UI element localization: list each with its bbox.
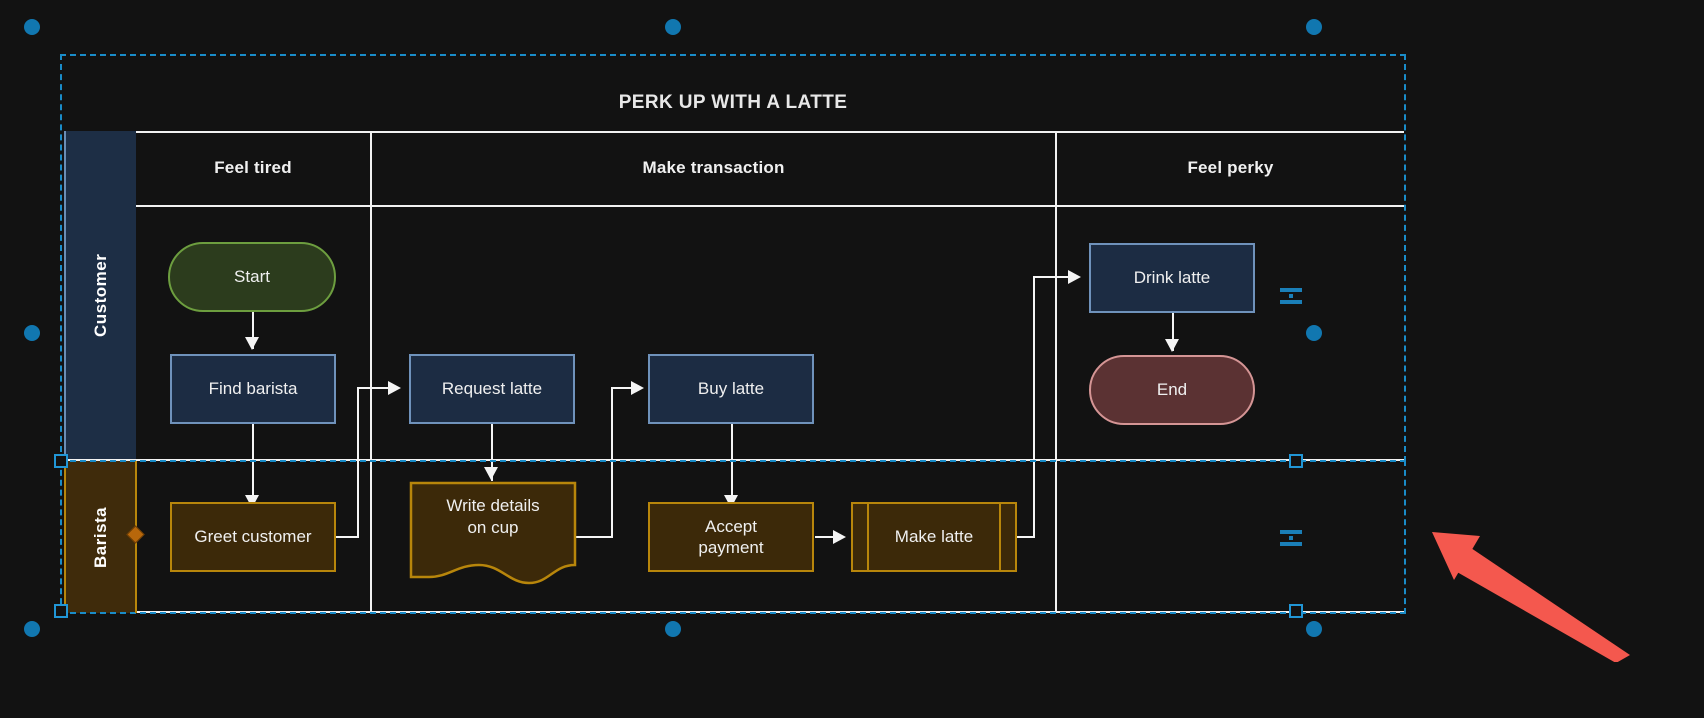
- resize-handle-bottom-left[interactable]: [54, 604, 68, 618]
- lane-size-handle-customer[interactable]: [1280, 285, 1302, 307]
- resize-handle-top-right[interactable]: [1289, 454, 1303, 468]
- pool-handle-middle-left[interactable]: [24, 325, 40, 341]
- pool-selection-outline[interactable]: [60, 54, 1406, 462]
- pool-handle-bottom-left[interactable]: [24, 621, 40, 637]
- resize-handle-top-left[interactable]: [54, 454, 68, 468]
- annotation-arrow-icon: [1432, 532, 1630, 663]
- pool-handle-top-right[interactable]: [1306, 19, 1322, 35]
- diagram-canvas[interactable]: PERK UP WITH A LATTE Customer Barista Fe…: [0, 0, 1704, 718]
- lane-selection-outline-barista[interactable]: [60, 460, 1406, 614]
- lane-size-handle-barista[interactable]: [1280, 527, 1302, 549]
- pool-handle-top-left[interactable]: [24, 19, 40, 35]
- pool-handle-bottom-center[interactable]: [665, 621, 681, 637]
- resize-handle-bottom-right[interactable]: [1289, 604, 1303, 618]
- annotation-arrow: [1408, 522, 1638, 663]
- pool-handle-bottom-right[interactable]: [1306, 621, 1322, 637]
- pool-handle-middle-right[interactable]: [1306, 325, 1322, 341]
- pool-handle-top-center[interactable]: [665, 19, 681, 35]
